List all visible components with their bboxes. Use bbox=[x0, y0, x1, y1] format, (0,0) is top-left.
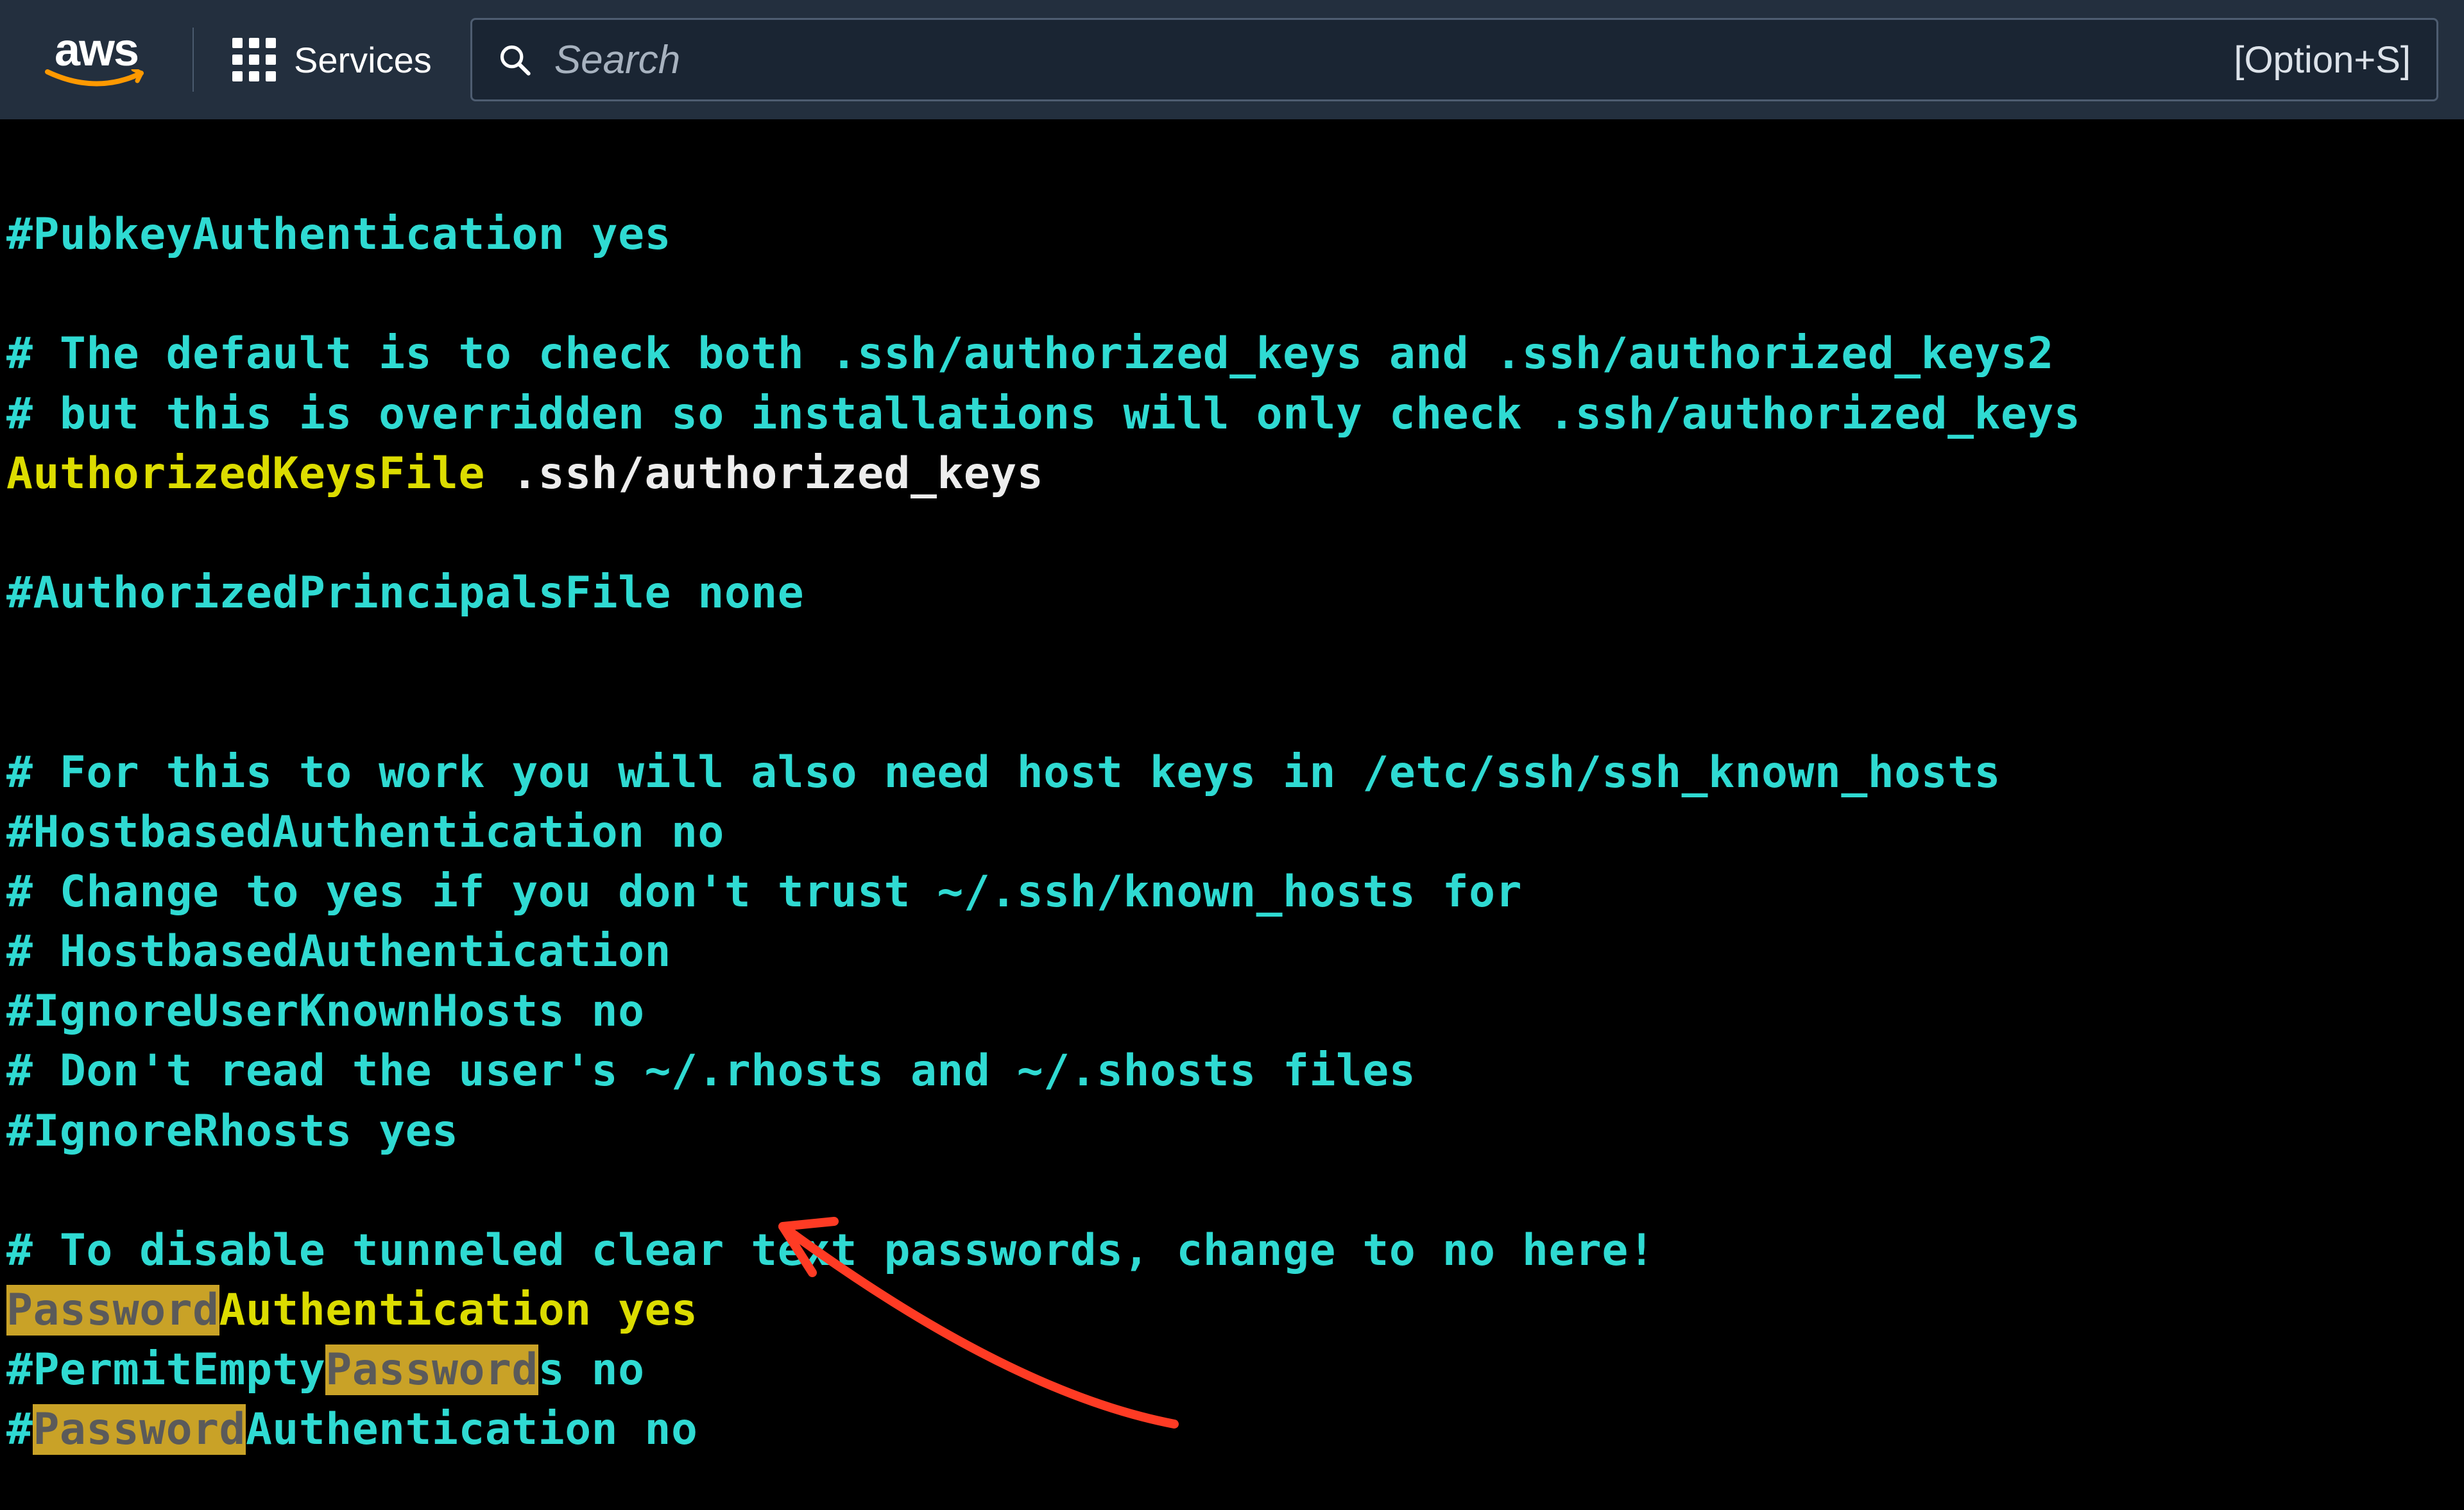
config-line: # The default is to check both .ssh/auth… bbox=[6, 328, 2054, 379]
config-line: #AuthorizedPrincipalsFile none bbox=[6, 568, 804, 618]
directive-value: .ssh/authorized_keys bbox=[485, 448, 1043, 499]
config-line: #IgnoreRhosts yes bbox=[6, 1106, 458, 1157]
config-line: #PermitEmptyPasswords no bbox=[6, 1345, 645, 1395]
config-line: # Don't read the user's ~/.rhosts and ~/… bbox=[6, 1046, 1416, 1096]
config-line: #HostbasedAuthentication no bbox=[6, 807, 724, 858]
header-divider bbox=[193, 28, 194, 92]
terminal-editor-viewport[interactable]: #PubkeyAuthentication yes # The default … bbox=[0, 119, 2464, 1510]
search-icon bbox=[498, 43, 531, 76]
search-match-highlight: Password bbox=[325, 1345, 538, 1395]
aws-console-header: aws Services [Option+S] bbox=[0, 0, 2464, 119]
search-input[interactable] bbox=[554, 37, 2211, 83]
config-line-password-auth: PasswordAuthentication yes bbox=[6, 1285, 697, 1336]
aws-logo[interactable]: aws bbox=[38, 21, 154, 98]
search-match-highlight: Password bbox=[33, 1404, 246, 1455]
services-menu-button[interactable]: Services bbox=[232, 38, 432, 81]
aws-smile-icon bbox=[45, 69, 148, 92]
config-line: # To disable tunneled clear text passwor… bbox=[6, 1225, 1655, 1276]
search-shortcut-hint: [Option+S] bbox=[2234, 38, 2411, 81]
config-line: # Change to yes if you don't trust ~/.ss… bbox=[6, 867, 1522, 917]
global-search-box[interactable]: [Option+S] bbox=[470, 18, 2438, 101]
services-label: Services bbox=[294, 39, 432, 81]
directive-key: AuthorizedKeysFile bbox=[6, 448, 485, 499]
config-line: #PasswordAuthentication no bbox=[6, 1404, 697, 1455]
search-match-highlight: Password bbox=[6, 1285, 219, 1336]
aws-logo-text: aws bbox=[55, 27, 138, 73]
directive-remainder: Authentication yes bbox=[219, 1285, 698, 1336]
config-line: #IgnoreUserKnownHosts no bbox=[6, 986, 645, 1037]
services-grid-icon bbox=[232, 38, 276, 81]
config-line: # For this to work you will also need ho… bbox=[6, 747, 2001, 798]
config-line: # HostbasedAuthentication bbox=[6, 926, 671, 977]
config-line: AuthorizedKeysFile .ssh/authorized_keys bbox=[6, 448, 1043, 499]
config-line: # but this is overridden so installation… bbox=[6, 389, 2080, 439]
config-line: #PubkeyAuthentication yes bbox=[6, 209, 671, 260]
